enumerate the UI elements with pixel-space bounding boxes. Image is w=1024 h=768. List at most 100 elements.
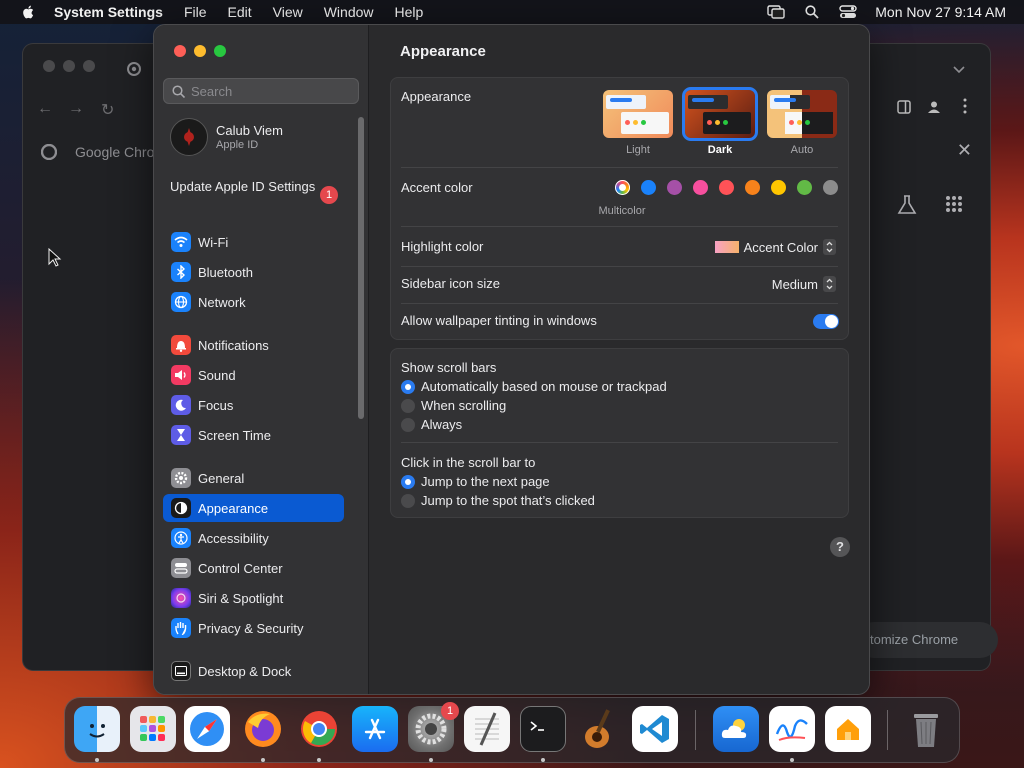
textedit-icon[interactable] [464,706,510,752]
sidebar-item-privacy-security[interactable]: Privacy & Security [163,614,344,642]
terminal-icon[interactable] [520,706,566,752]
appearance-light-thumbnail[interactable] [603,90,673,138]
accent-blue-swatch[interactable] [641,180,656,195]
sidebar-item-label: Network [198,294,246,310]
sidebar-item-label: Sound [198,367,236,383]
menu-help[interactable]: Help [395,4,424,20]
forward-icon[interactable]: → [68,100,84,118]
sidebar-item-appearance[interactable]: Appearance [163,494,344,522]
sidebar-item-desktop-dock[interactable]: Desktop & Dock [163,657,344,685]
chrome-minimize-button[interactable] [63,60,75,72]
help-button[interactable]: ? [830,537,850,557]
accent-pink-swatch[interactable] [693,180,708,195]
sidebar-scrollbar[interactable] [358,117,364,419]
sidebar-icon-size-label: Sidebar icon size [401,276,500,291]
apple-menu-icon[interactable] [18,4,40,20]
zoom-button[interactable] [214,45,226,57]
freeform-icon[interactable] [769,706,815,752]
wallpaper-tinting-toggle[interactable] [813,314,839,329]
accent-multicolor-swatch[interactable] [615,180,630,195]
chrome-tab-icon [127,62,141,76]
sidebar-item-control-center[interactable]: Control Center [163,554,344,582]
accent-green-swatch[interactable] [797,180,812,195]
sidebar-item-network[interactable]: Network [163,288,344,316]
highlight-color-popup[interactable]: Accent Color [714,239,836,255]
sidebar-item-accessibility[interactable]: Accessibility [163,524,344,552]
moon-icon [171,395,191,415]
running-indicator [790,758,794,762]
sidebar-icon-size-popup[interactable]: Medium [772,276,836,292]
page-title: Appearance [400,43,486,60]
sidebar-item-wifi[interactable]: Wi-Fi [163,228,344,256]
safari-icon[interactable] [184,706,230,752]
apps-grid-icon[interactable] [945,195,963,213]
chevron-down-icon[interactable] [953,66,965,74]
sidebar-item-screen-time[interactable]: Screen Time [163,421,344,449]
search-input[interactable] [191,83,351,99]
update-badge: 1 [320,186,338,204]
accent-graphite-swatch[interactable] [823,180,838,195]
weather-icon[interactable] [713,706,759,752]
divider [401,167,838,168]
menu-app-name[interactable]: System Settings [54,4,163,20]
minimize-button[interactable] [194,45,206,57]
menu-edit[interactable]: Edit [228,4,252,20]
side-panel-icon[interactable] [897,100,911,119]
screen-mirroring-icon[interactable] [767,4,785,20]
accent-color-label: Accent color [401,180,473,195]
search-field[interactable] [163,78,359,104]
customize-chrome-button[interactable]: tomize Chrome [856,622,998,658]
flask-icon[interactable] [896,194,918,216]
appearance-dark-thumbnail[interactable] [682,87,758,141]
sidebar-item-notifications[interactable]: Notifications [163,331,344,359]
close-icon[interactable]: ✕ [957,140,972,161]
system-settings-badge: 1 [441,702,459,720]
accent-purple-swatch[interactable] [667,180,682,195]
menu-file[interactable]: File [184,4,207,20]
vscode-icon[interactable] [632,706,678,752]
finder-icon[interactable] [74,706,120,752]
profile-icon[interactable] [927,100,941,119]
system-settings-window: Calub Viem Apple ID Update Apple ID Sett… [154,25,869,694]
chrome-zoom-button[interactable] [83,60,95,72]
apple-id-account[interactable]: Calub Viem Apple ID [170,118,283,156]
chrome-close-button[interactable] [43,60,55,72]
reload-icon[interactable]: ↻ [101,100,114,120]
accent-red-swatch[interactable] [719,180,734,195]
accent-orange-swatch[interactable] [745,180,760,195]
launchpad-icon[interactable] [130,706,176,752]
more-icon[interactable] [963,98,967,119]
sidebar-item-sound[interactable]: Sound [163,361,344,389]
sidebar-item-general[interactable]: General [163,464,344,492]
update-apple-id-item[interactable]: Update Apple ID Settings [170,179,330,195]
scroll-bars-scrolling-radio[interactable]: When scrolling [401,398,506,413]
accent-yellow-swatch[interactable] [771,180,786,195]
running-indicator [261,758,265,762]
sidebar-item-focus[interactable]: Focus [163,391,344,419]
dock: 1 [64,697,960,763]
spotlight-icon[interactable] [803,4,821,20]
sidebar-item-bluetooth[interactable]: Bluetooth [163,258,344,286]
close-button[interactable] [174,45,186,57]
app-store-icon[interactable] [352,706,398,752]
menu-window[interactable]: Window [324,4,374,20]
garageband-icon[interactable] [576,706,622,752]
control-center-icon[interactable] [839,4,857,20]
appearance-auto-thumbnail[interactable] [767,90,837,138]
sidebar-item-label: Privacy & Security [198,620,304,636]
back-icon[interactable]: ← [37,100,53,118]
menu-clock[interactable]: Mon Nov 27 9:14 AM [875,4,1006,20]
click-next-page-radio[interactable]: Jump to the next page [401,474,550,489]
running-indicator [95,758,99,762]
firefox-icon[interactable] [240,706,286,752]
home-icon[interactable] [825,706,871,752]
click-spot-radio[interactable]: Jump to the spot that’s clicked [401,493,595,508]
gear-icon [171,468,191,488]
trash-icon[interactable] [903,706,949,752]
scroll-bars-always-radio[interactable]: Always [401,417,462,432]
scroll-bars-auto-radio[interactable]: Automatically based on mouse or trackpad [401,379,667,394]
globe-icon [171,292,191,312]
chrome-icon[interactable] [296,706,342,752]
sidebar-item-siri-spotlight[interactable]: Siri & Spotlight [163,584,344,612]
menu-view[interactable]: View [273,4,303,20]
